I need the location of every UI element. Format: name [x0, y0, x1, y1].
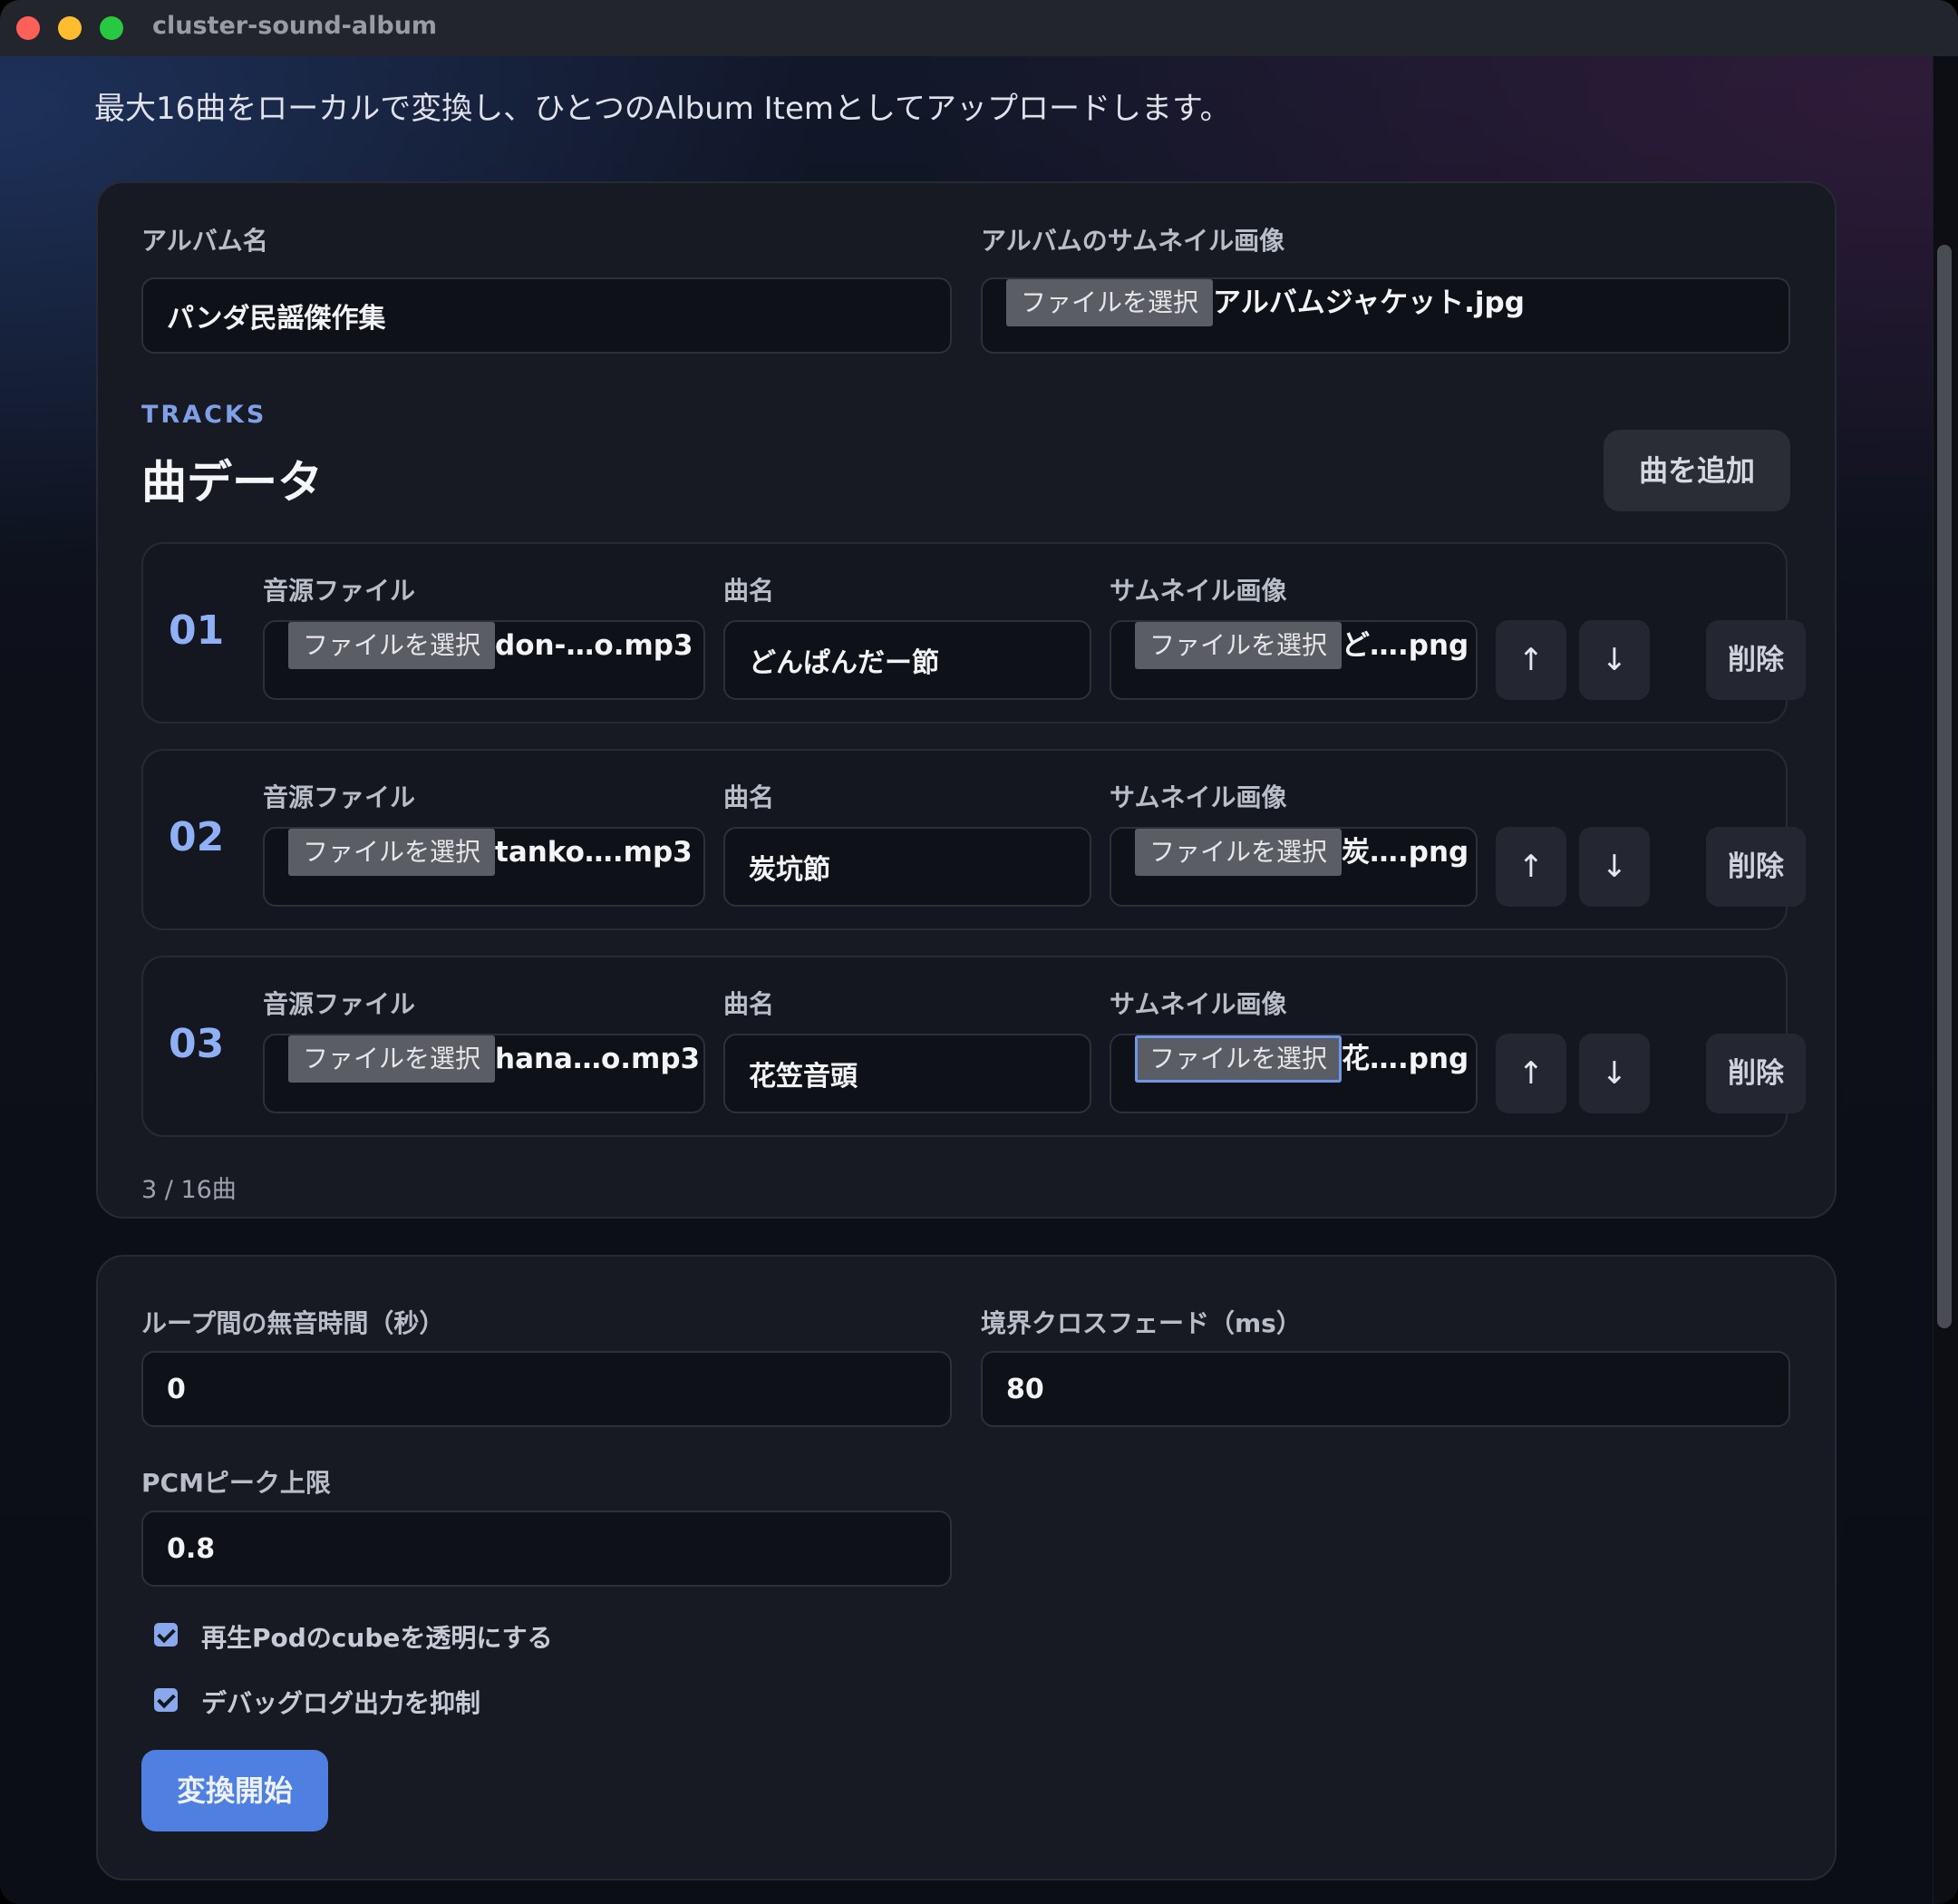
track-count: 3 / 16曲	[141, 1176, 237, 1204]
transparent-cube-checkbox[interactable]	[154, 1623, 178, 1647]
pcm-peak-input[interactable]: 0.8	[141, 1511, 952, 1587]
title-bar: cluster-sound-album	[0, 0, 1958, 57]
audio-filename: hana…o.mp3	[495, 1043, 701, 1075]
delete-track-button[interactable]: 削除	[1706, 620, 1806, 700]
track-thumb-filename: 花….png	[1342, 1043, 1469, 1075]
track-name-label: 曲名	[723, 989, 775, 1019]
audio-file-label: 音源ファイル	[263, 989, 416, 1019]
audio-filename: tanko….mp3	[495, 836, 693, 869]
close-window-button[interactable]	[16, 16, 40, 40]
track-thumb-filename: ど….png	[1342, 629, 1469, 662]
move-up-button[interactable]: ↑	[1496, 1034, 1566, 1113]
track-name-input[interactable]: 炭坑節	[723, 827, 1091, 907]
album-thumb-file-input[interactable]: ファイルを選択 アルバムジャケット.jpg	[981, 277, 1790, 354]
track-thumb-filename: 炭….png	[1342, 836, 1469, 869]
silence-input[interactable]: 0	[141, 1351, 952, 1427]
minimize-window-button[interactable]	[58, 16, 82, 40]
suppress-debug-checkbox[interactable]	[154, 1688, 178, 1712]
move-up-button[interactable]: ↑	[1496, 827, 1566, 907]
choose-file-button[interactable]: ファイルを選択	[1135, 622, 1342, 669]
audio-file-label: 音源ファイル	[263, 782, 416, 812]
audio-file-input[interactable]: ファイルを選択 tanko….mp3	[263, 827, 705, 907]
move-down-button[interactable]: ↓	[1579, 620, 1650, 700]
intro-text: 最大16曲をローカルで変換し、ひとつのAlbum Itemとしてアップロードしま…	[94, 91, 1231, 127]
crossfade-label: 境界クロスフェード（ms）	[981, 1308, 1302, 1338]
choose-file-button[interactable]: ファイルを選択	[288, 829, 496, 876]
album-name-input[interactable]: パンダ民謡傑作集	[141, 277, 952, 354]
track-thumb-file-input[interactable]: ファイルを選択 ど….png	[1110, 620, 1478, 700]
move-down-button[interactable]: ↓	[1579, 827, 1650, 907]
suppress-debug-label: デバッグログ出力を抑制	[201, 1688, 481, 1718]
track-number: 01	[169, 607, 225, 654]
delete-track-button[interactable]: 削除	[1706, 1034, 1806, 1113]
start-convert-button[interactable]: 変換開始	[141, 1750, 328, 1831]
track-thumb-file-input[interactable]: ファイルを選択 炭….png	[1110, 827, 1478, 907]
track-thumb-file-input[interactable]: ファイルを選択 花….png	[1110, 1034, 1478, 1113]
track-name-label: 曲名	[723, 782, 775, 812]
page-content: 最大16曲をローカルで変換し、ひとつのAlbum Itemとしてアップロードしま…	[0, 56, 1933, 1904]
move-up-button[interactable]: ↑	[1496, 620, 1566, 700]
track-thumb-label: サムネイル画像	[1110, 989, 1287, 1019]
choose-file-button[interactable]: ファイルを選択	[1135, 829, 1342, 876]
album-thumb-label: アルバムのサムネイル画像	[981, 226, 1285, 256]
move-down-button[interactable]: ↓	[1579, 1034, 1650, 1113]
silence-label: ループ間の無音時間（秒）	[141, 1308, 445, 1338]
album-card: アルバム名 パンダ民謡傑作集 アルバムのサムネイル画像 ファイルを選択 アルバム…	[96, 181, 1837, 1219]
add-track-button[interactable]: 曲を追加	[1604, 430, 1790, 511]
choose-file-button[interactable]: ファイルを選択	[1006, 279, 1214, 326]
scrollbar-thumb[interactable]	[1937, 245, 1952, 1328]
audio-file-input[interactable]: ファイルを選択 don-…o.mp3	[263, 620, 705, 700]
track-row: 01 音源ファイル 曲名 サムネイル画像 ファイルを選択 don-…o.mp3 …	[141, 542, 1806, 724]
track-row: 02 音源ファイル 曲名 サムネイル画像 ファイルを選択 tanko….mp3 …	[141, 749, 1806, 930]
pcm-peak-label: PCMピーク上限	[141, 1468, 331, 1498]
crossfade-input[interactable]: 80	[981, 1351, 1790, 1427]
track-number: 02	[169, 814, 225, 860]
track-thumb-label: サムネイル画像	[1110, 782, 1287, 812]
choose-file-button[interactable]: ファイルを選択	[288, 622, 496, 669]
tracks-kicker: TRACKS	[141, 401, 267, 429]
album-thumb-filename: アルバムジャケット.jpg	[1213, 287, 1525, 319]
track-number: 03	[169, 1021, 225, 1067]
track-name-label: 曲名	[723, 576, 775, 606]
app-window: cluster-sound-album 最大16曲をローカルで変換し、ひとつのA…	[0, 0, 1958, 1904]
audio-filename: don-…o.mp3	[495, 629, 693, 662]
album-name-label: アルバム名	[141, 226, 268, 256]
window-title: cluster-sound-album	[152, 12, 438, 40]
delete-track-button[interactable]: 削除	[1706, 827, 1806, 907]
transparent-cube-label: 再生Podのcubeを透明にする	[201, 1623, 553, 1653]
choose-file-button[interactable]: ファイルを選択	[1135, 1035, 1342, 1083]
tracks-title: 曲データ	[141, 456, 323, 509]
track-name-input[interactable]: どんぱんだー節	[723, 620, 1091, 700]
track-thumb-label: サムネイル画像	[1110, 576, 1287, 606]
choose-file-button[interactable]: ファイルを選択	[288, 1035, 496, 1083]
settings-card: ループ間の無音時間（秒） 0 境界クロスフェード（ms） 80 PCMピーク上限…	[96, 1255, 1837, 1880]
audio-file-label: 音源ファイル	[263, 576, 416, 606]
audio-file-input[interactable]: ファイルを選択 hana…o.mp3	[263, 1034, 705, 1113]
track-name-input[interactable]: 花笠音頭	[723, 1034, 1091, 1113]
zoom-window-button[interactable]	[100, 16, 123, 40]
track-row: 03 音源ファイル 曲名 サムネイル画像 ファイルを選択 hana…o.mp3 …	[141, 956, 1806, 1137]
